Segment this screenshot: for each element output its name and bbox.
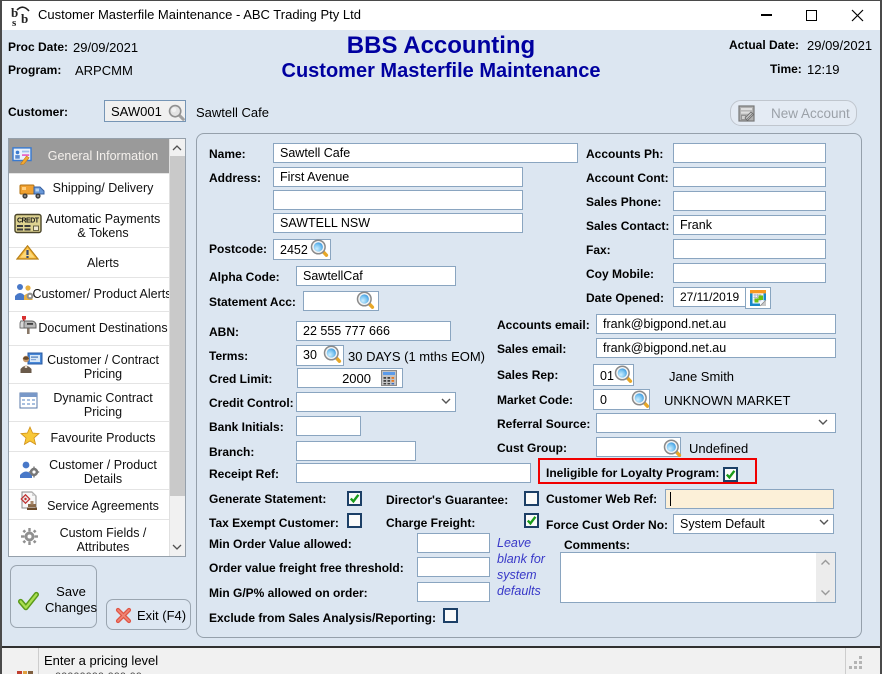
svg-text:CREDT: CREDT [17, 218, 40, 225]
svg-text:b: b [21, 11, 28, 26]
svg-text:s: s [12, 17, 17, 28]
